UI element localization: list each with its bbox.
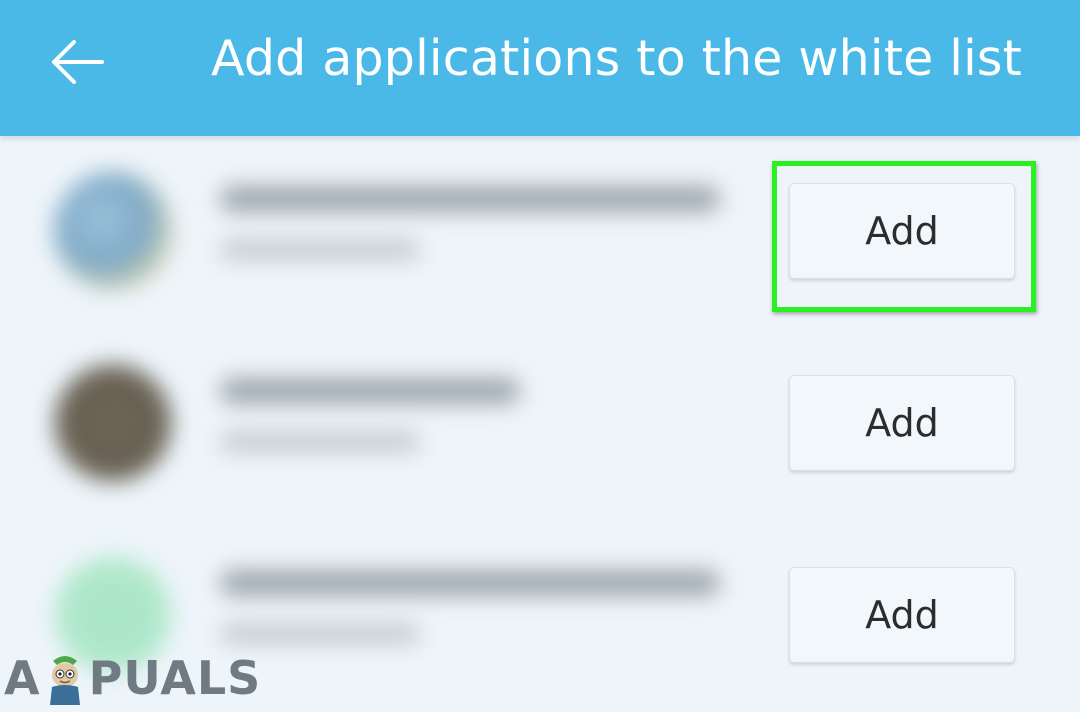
app-icon: [54, 172, 172, 290]
add-button[interactable]: Add: [789, 183, 1015, 279]
app-name-placeholder: [220, 378, 520, 404]
mascot-icon: [49, 656, 80, 705]
app-bar: Add applications to the white list: [0, 0, 1080, 136]
back-button[interactable]: [40, 28, 116, 104]
app-name-placeholder: [220, 186, 720, 212]
page-title: Add applications to the white list: [211, 30, 1023, 87]
appuals-watermark: A PUALS: [4, 648, 261, 708]
app-info-blurred: [30, 156, 755, 306]
add-button[interactable]: Add: [789, 567, 1015, 663]
app-name-placeholder: [220, 570, 720, 596]
app-size-placeholder: [220, 432, 420, 452]
app-size-placeholder: [220, 624, 420, 644]
watermark-text-start: A: [4, 651, 41, 705]
arrow-left-icon: [52, 40, 104, 84]
watermark-text-end: PUALS: [88, 651, 262, 705]
app-list: Add Add Add: [0, 136, 1080, 709]
app-row: Add: [0, 328, 1080, 520]
app-row: Add: [0, 136, 1080, 328]
app-icon: [54, 364, 172, 482]
add-button[interactable]: Add: [789, 375, 1015, 471]
app-size-placeholder: [220, 240, 420, 260]
app-info-blurred: [30, 348, 755, 498]
